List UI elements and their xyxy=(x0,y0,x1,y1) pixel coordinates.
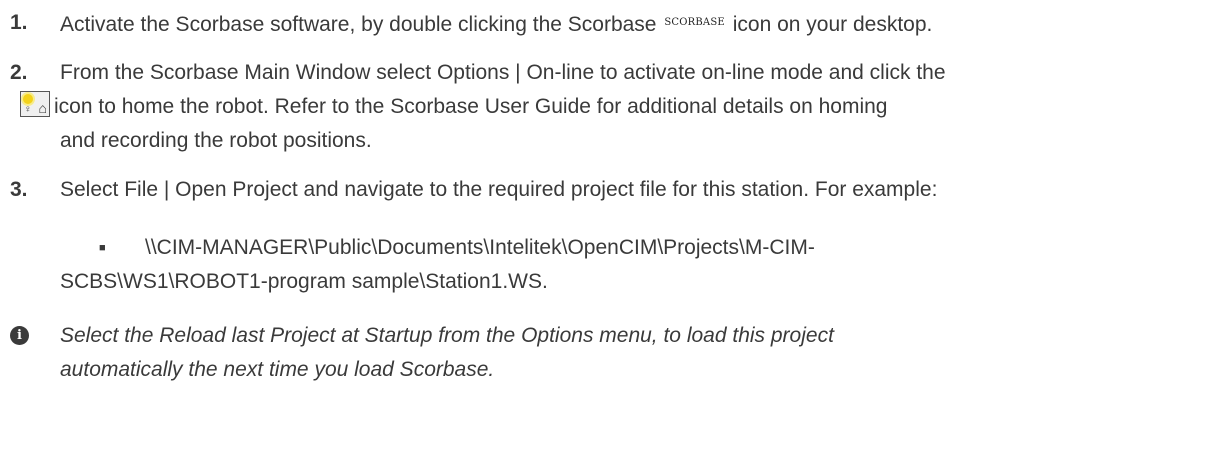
step-text-line: and recording the robot positions. xyxy=(60,129,372,152)
step-text-line: From the Scorbase Main Window select Opt… xyxy=(60,61,946,84)
step-1: 1. Activate the Scorbase software, by do… xyxy=(10,6,1210,42)
step-text-part: icon on your desktop. xyxy=(726,13,933,36)
step-text-line: Select File | Open Project and navigate … xyxy=(60,178,938,201)
step-2: 2. From the Scorbase Main Window select … xyxy=(10,56,1210,158)
step-text-part: Activate the Scorbase software, by doubl… xyxy=(60,13,663,36)
note-text-line: automatically the next time you load Sco… xyxy=(60,358,495,381)
step-number: 1. xyxy=(10,11,28,34)
step-text: Activate the Scorbase software, by doubl… xyxy=(60,6,1210,42)
info-icon: i xyxy=(10,326,29,345)
path-line: SCBS\WS1\ROBOT1-program sample\Station1.… xyxy=(60,270,548,293)
home-building-icon: ⌂ xyxy=(38,100,47,116)
bullet-icon: ■ xyxy=(99,242,106,254)
scorbase-icon: SCORBASE xyxy=(664,17,725,28)
step-number: 2. xyxy=(10,61,28,84)
instruction-document: 1. Activate the Scorbase software, by do… xyxy=(0,0,1215,455)
step-number: 3. xyxy=(10,178,28,201)
robot-figure-icon: ♀ xyxy=(24,104,32,115)
home-robot-icon: ♀ ⌂ xyxy=(20,91,50,117)
step-3: 3. Select File | Open Project and naviga… xyxy=(10,173,1210,207)
example-path: ■ \\CIM-MANAGER\Public\Documents\Intelit… xyxy=(10,231,1210,299)
step-text-line: ♀ ⌂ icon to home the robot. Refer to the S… xyxy=(20,90,1210,124)
step-text-part: icon to home the robot. Refer to the Sco… xyxy=(54,95,888,118)
info-note: i Select the Reload last Project at Star… xyxy=(10,319,1210,387)
sun-icon xyxy=(23,94,33,104)
path-line: \\CIM-MANAGER\Public\Documents\Intelitek… xyxy=(145,236,815,259)
note-text-line: Select the Reload last Project at Startu… xyxy=(60,324,834,347)
